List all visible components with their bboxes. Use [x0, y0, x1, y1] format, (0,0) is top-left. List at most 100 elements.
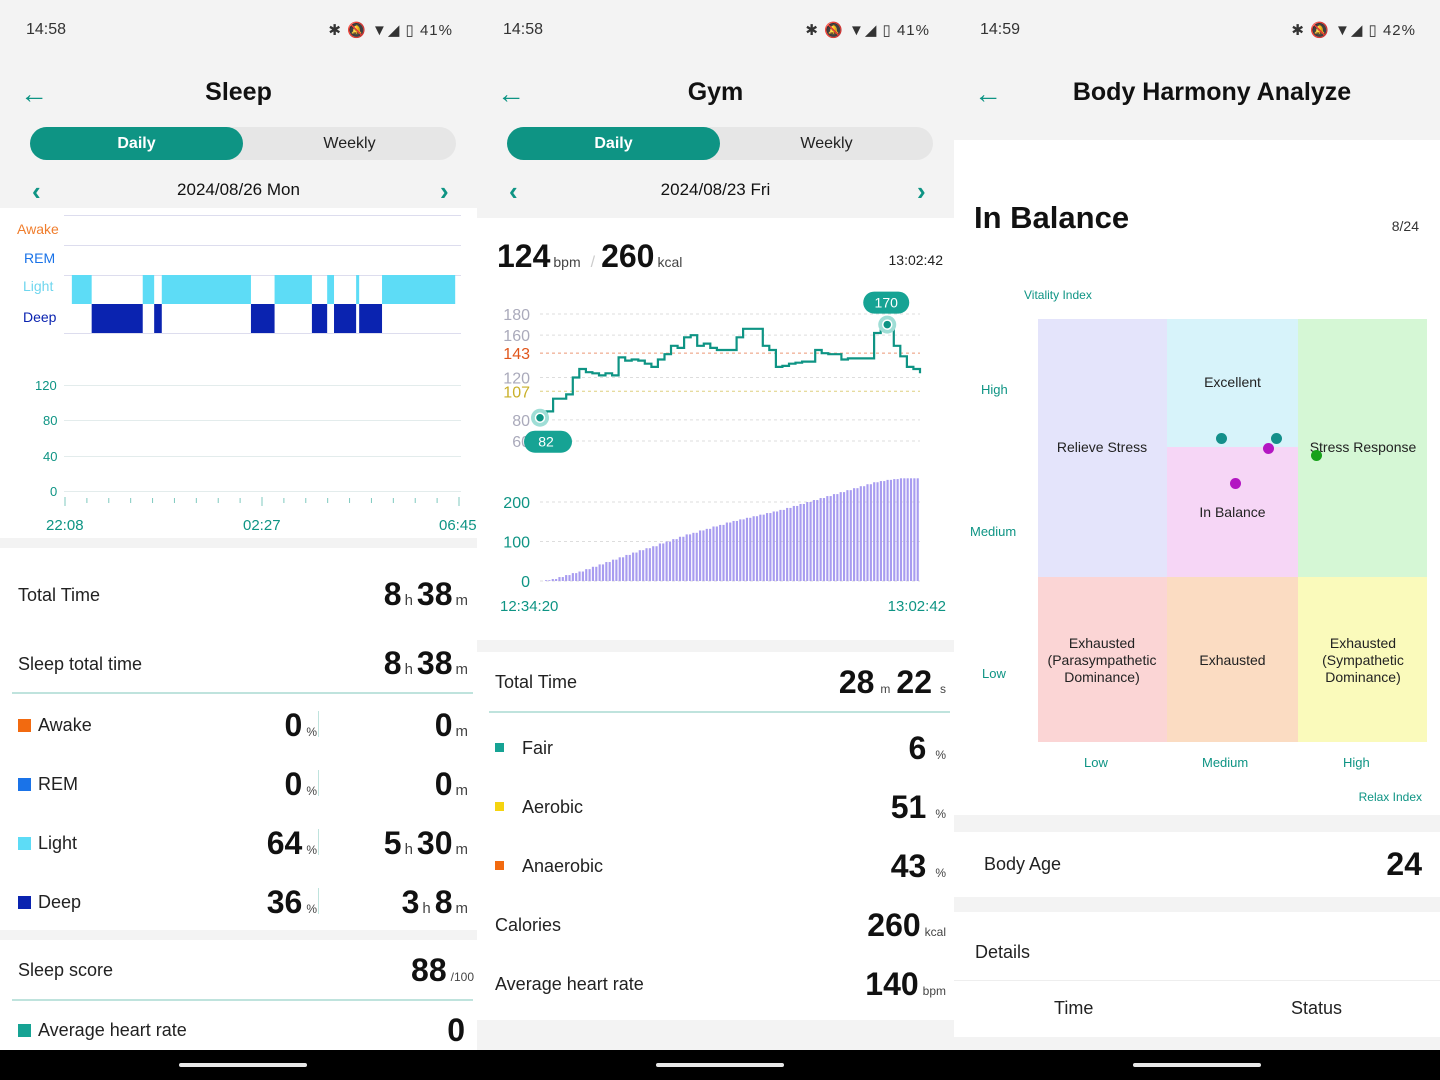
calorie-bar [869, 484, 872, 581]
status-icons: ✱ 🔕 ▼◢ ▯ 41% [328, 22, 453, 39]
body-harmony-screen: 14:59 ✱ 🔕 ▼◢ ▯ 42% ← Body Harmony Analyz… [954, 0, 1440, 1050]
calorie-bar [601, 564, 605, 581]
calorie-bar [682, 536, 685, 581]
calorie-bar [611, 559, 615, 581]
zone-percent: 43% [890, 848, 946, 884]
zone-relieve-stress: Relieve Stress [1037, 318, 1167, 577]
hr-min-marker [534, 412, 546, 423]
zone-exhausted-parasympathetic: Exhausted (Parasympathetic Dominance) [1037, 577, 1167, 743]
x-tick-high: High [1343, 755, 1370, 770]
date-label: 2024/08/26 Mon [177, 180, 300, 199]
hr-max-label: 170 [875, 295, 899, 311]
calorie-bar [548, 580, 551, 581]
body-age-row: Body Age 24 [954, 832, 1440, 897]
calorie-bar [752, 516, 755, 581]
calorie-bar [725, 522, 728, 581]
tab-weekly[interactable]: Weekly [243, 127, 456, 160]
gym-screen: 14:58 ✱ 🔕 ▼◢ ▯ 41% ← Gym Daily Weekly ‹ … [477, 0, 954, 1050]
legend-square-icon [18, 896, 31, 909]
calorie-bar [561, 577, 564, 581]
calorie-bar [812, 500, 816, 581]
home-gesture-handle[interactable] [179, 1063, 307, 1067]
home-gesture-handle[interactable] [1133, 1063, 1261, 1067]
status-time: 14:58 [503, 21, 544, 38]
gym-chart: 124 bpm/260 kcal 13:02:42 180 160 143 120 107 8… [477, 218, 954, 640]
hr-tick: 40 [43, 449, 58, 464]
avg-hr-label: Average heart rate [495, 974, 644, 994]
sleep-segment-light [274, 275, 312, 304]
x-label-start: 22:08 [46, 517, 84, 534]
legend-square-icon [18, 719, 31, 732]
x-label-end: 06:45 [439, 517, 477, 534]
calorie-bar [832, 494, 836, 581]
calorie-bar [578, 571, 581, 581]
calorie-bar [759, 514, 762, 581]
battery-level: 41% [419, 22, 453, 39]
hr-min-label: 82 [538, 434, 554, 450]
stage-row-label: Deep [18, 892, 81, 913]
body-age-label: Body Age [984, 854, 1062, 874]
calorie-bar [729, 522, 732, 581]
details-label: Details [975, 942, 1031, 962]
calorie-bar [642, 550, 645, 581]
sleep-stats: Total Time 8 h 38 m Sleep total time 8 h 38 m … [0, 548, 477, 930]
column-header-status: Status [1291, 998, 1343, 1018]
stage-duration: 0m [434, 766, 468, 802]
sleep-segment-deep [154, 304, 162, 333]
sleep-total-value: 8 h 38 m [383, 645, 468, 681]
sleep-screen: 14:58 ✱ 🔕 ▼◢ ▯ 41% ← Sleep Daily Weekly … [0, 0, 477, 1050]
calorie-bar [916, 478, 919, 581]
sleep-total-label: Sleep total time [18, 654, 143, 674]
x-tick-medium: Medium [1202, 755, 1249, 770]
hr-tick-label: 107 [503, 384, 530, 401]
calorie-bar [742, 519, 745, 581]
calorie-bar [648, 548, 651, 581]
data-point [1263, 443, 1274, 454]
calorie-bar [883, 481, 886, 581]
tab-daily[interactable]: Daily [30, 127, 243, 160]
zone-exhausted: Exhausted [1167, 577, 1298, 743]
sleep-segment-deep [359, 304, 383, 333]
total-time-value: 28 m 22 s [838, 664, 946, 700]
body-age-value: 24 [1386, 846, 1422, 882]
page-title: Sleep [205, 78, 272, 106]
legend-square-icon [495, 802, 504, 811]
data-point [1230, 478, 1241, 489]
calorie-bar [628, 554, 631, 581]
calorie-bar [719, 524, 722, 581]
calorie-bar [595, 566, 598, 581]
calorie-bar [688, 534, 692, 581]
calorie-bar [826, 496, 829, 581]
calorie-bar [859, 486, 862, 581]
home-gesture-handle[interactable] [656, 1063, 784, 1067]
calorie-bar [802, 503, 805, 581]
zone-percent: 6% [908, 730, 946, 766]
period-toggle: Daily Weekly [30, 127, 456, 160]
calorie-bar [722, 524, 725, 581]
calorie-bar [896, 479, 899, 581]
stage-row-label: REM [18, 774, 78, 795]
calorie-bar [879, 481, 882, 581]
hr-max-marker [881, 319, 893, 330]
status-icons: ✱ 🔕 ▼◢ ▯ 41% [805, 22, 930, 39]
stage-row-label: Awake [18, 715, 92, 736]
tab-daily[interactable]: Daily [507, 127, 720, 160]
tab-weekly[interactable]: Weekly [720, 127, 933, 160]
calorie-bar [605, 562, 608, 581]
chevron-right-icon[interactable]: › [917, 176, 926, 206]
chevron-right-icon[interactable]: › [440, 176, 449, 206]
calorie-bar [772, 511, 775, 581]
calorie-bar [632, 552, 635, 581]
stage-percent: 36% [266, 884, 317, 920]
calorie-bar [909, 478, 913, 581]
calorie-bar [806, 502, 809, 581]
sleep-score-section: Sleep score 88/100 Average heart rate 0 [0, 940, 477, 1050]
calorie-bar [712, 526, 715, 581]
legend-square-icon [495, 743, 504, 752]
calorie-bar [846, 490, 849, 581]
calorie-bar [672, 539, 675, 581]
x-tick-low: Low [1084, 755, 1108, 770]
calorie-bar [796, 505, 799, 581]
avg-hr-value: 0 [447, 1012, 465, 1048]
calorie-bar [675, 539, 678, 581]
